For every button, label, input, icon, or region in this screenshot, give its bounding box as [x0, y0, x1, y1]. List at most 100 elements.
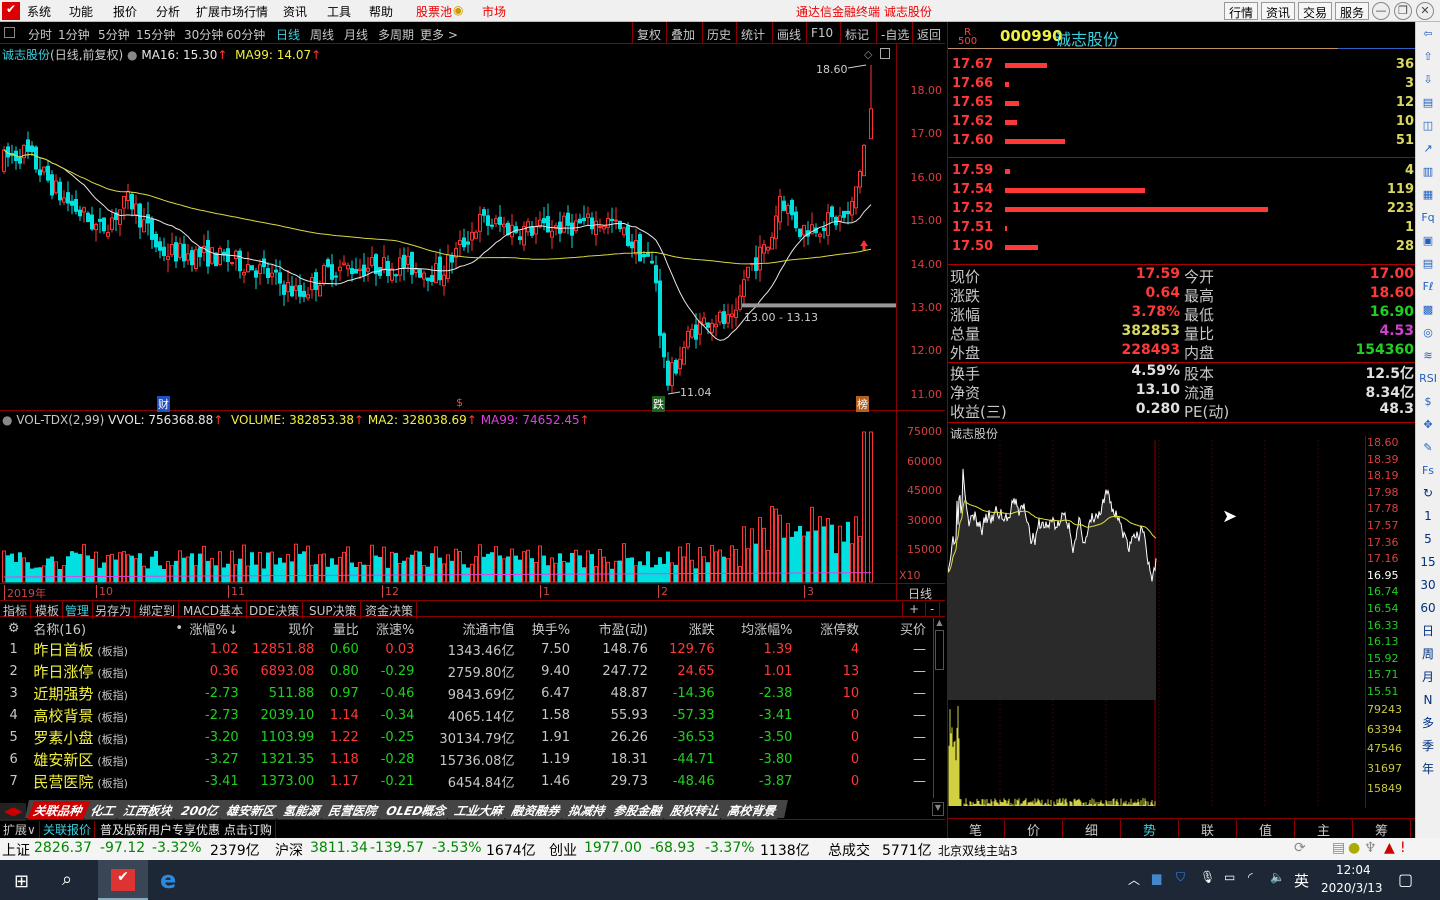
sector-name[interactable]: 雄安新区 (板指): [33, 748, 155, 770]
right-tool-6[interactable]: ▥: [1416, 160, 1440, 183]
menu-tools[interactable]: 工具: [327, 3, 351, 20]
period-9[interactable]: 多周期: [378, 26, 414, 43]
minimize-icon[interactable]: —: [1372, 2, 1390, 20]
close-icon[interactable]: ✕: [1416, 2, 1434, 20]
sector-name[interactable]: 民营医院 (板指): [33, 770, 155, 792]
menu-ext-market[interactable]: 扩展市场行情: [196, 3, 268, 20]
right-tool-32[interactable]: 年: [1416, 758, 1440, 781]
indicator-tab-2[interactable]: 管理: [62, 602, 94, 619]
updown-icon[interactable]: ▲: [1384, 840, 1395, 856]
diamond-icon[interactable]: ◇: [864, 48, 872, 61]
right-tool-21[interactable]: 1: [1416, 505, 1440, 528]
pane-toggle-icon[interactable]: [880, 48, 890, 59]
period-1[interactable]: 1分钟: [58, 26, 90, 43]
ask-level[interactable]: 17.67 36: [950, 57, 1414, 76]
column-header[interactable]: •: [156, 618, 189, 638]
hs-index-label[interactable]: 沪深: [275, 840, 303, 860]
chart-tool-7[interactable]: -自选: [876, 22, 913, 43]
period-3[interactable]: 15分钟: [136, 26, 175, 43]
stock-pool-button[interactable]: 股票池: [416, 3, 452, 20]
battery-icon[interactable]: ▭: [1224, 870, 1235, 884]
right-tool-5[interactable]: ↗: [1416, 137, 1440, 160]
column-header[interactable]: 流通市值: [420, 618, 520, 638]
related-tab-10[interactable]: 拟减持: [562, 801, 615, 819]
sector-name[interactable]: 昨日涨停 (板指): [33, 660, 155, 682]
column-header[interactable]: 涨幅%↓: [189, 618, 245, 638]
ime-indicator[interactable]: 英: [1294, 870, 1309, 891]
menu-system[interactable]: 系统: [27, 3, 51, 20]
promo-link[interactable]: 普及版新用户专享优惠 点击订购: [100, 821, 276, 838]
right-tool-16[interactable]: $: [1416, 390, 1440, 413]
right-tool-23[interactable]: 15: [1416, 551, 1440, 574]
related-quote-button[interactable]: 关联报价: [43, 821, 96, 838]
column-header[interactable]: 涨速%: [365, 618, 421, 638]
usb-icon[interactable]: ▆: [1152, 871, 1161, 885]
period-10[interactable]: 更多 >: [420, 26, 458, 43]
indicator-tab-5[interactable]: MACD基本: [180, 602, 247, 619]
related-tab-9[interactable]: 融资融券: [505, 801, 570, 819]
intraday-tab-1[interactable]: 价: [1005, 820, 1063, 839]
period-8[interactable]: 月线: [344, 26, 368, 43]
refresh-icon[interactable]: ⟳: [1294, 840, 1306, 856]
right-tool-28[interactable]: 月: [1416, 666, 1440, 689]
period-6[interactable]: 日线: [276, 26, 300, 43]
right-tool-22[interactable]: 5: [1416, 528, 1440, 551]
chart-tool-5[interactable]: F10: [806, 22, 837, 43]
chart-tool-0[interactable]: 复权: [632, 22, 665, 43]
right-tool-25[interactable]: 60: [1416, 597, 1440, 620]
chart-tool-8[interactable]: 返回: [912, 22, 945, 43]
sector-name[interactable]: 昨日首板 (板指): [33, 638, 155, 660]
period-4[interactable]: 30分钟: [184, 26, 223, 43]
right-tool-14[interactable]: ≋: [1416, 344, 1440, 367]
right-tool-10[interactable]: ▤: [1416, 252, 1440, 275]
right-tool-17[interactable]: ✥: [1416, 413, 1440, 436]
table-scrollbar[interactable]: ▲: [933, 618, 945, 798]
ask-level[interactable]: 17.65 12: [950, 95, 1414, 114]
intraday-tab-4[interactable]: 联: [1179, 820, 1237, 839]
add-pane-button[interactable]: +: [902, 602, 927, 616]
panel-toggle-icon[interactable]: [4, 27, 15, 38]
related-tab-11[interactable]: 参股金融: [607, 801, 672, 819]
table-row[interactable]: 4 高校背景 (板指) -2.73 2039.10 1.14 -0.34 4065.14亿 1.…: [0, 704, 932, 726]
menu-news[interactable]: 资讯: [283, 3, 307, 20]
period-5[interactable]: 60分钟: [226, 26, 265, 43]
sh-index-label[interactable]: 上证: [2, 840, 30, 860]
right-tool-30[interactable]: 多: [1416, 712, 1440, 735]
chart-tool-6[interactable]: 标记: [840, 22, 873, 43]
related-tab-12[interactable]: 股权转让: [664, 801, 729, 819]
right-tool-29[interactable]: N: [1416, 689, 1440, 712]
intraday-tab-0[interactable]: 笔: [947, 820, 1005, 839]
column-header[interactable]: 买价: [865, 618, 932, 638]
shield-icon[interactable]: ⛉: [1176, 870, 1185, 885]
settings-circle-icon[interactable]: ●: [2, 413, 12, 427]
menu-function[interactable]: 功能: [69, 3, 93, 20]
volume-icon[interactable]: 🔈: [1270, 870, 1285, 884]
intraday-tab-2[interactable]: 细: [1063, 820, 1121, 839]
intraday-tab-6[interactable]: 主: [1295, 820, 1353, 839]
clock-date[interactable]: 2020/3/13: [1321, 881, 1383, 895]
intraday-tab-5[interactable]: 值: [1237, 820, 1295, 839]
column-header[interactable]: 涨跌: [654, 618, 721, 638]
indicator-tab-1[interactable]: 模板: [32, 602, 64, 619]
related-tab-3[interactable]: 200亿: [174, 801, 228, 819]
gear-icon[interactable]: ⚙: [0, 618, 33, 638]
column-header[interactable]: 市盈(动): [576, 618, 654, 638]
table-row[interactable]: 1 昨日首板 (板指) 1.02 12851.88 0.60 0.03 1343.46亿 7.5…: [0, 638, 932, 660]
right-tool-31[interactable]: 季: [1416, 735, 1440, 758]
table-row[interactable]: 7 民营医院 (板指) -3.41 1373.00 1.17 -0.21 6454.84亿 1.…: [0, 770, 932, 792]
right-tool-2[interactable]: ⇩: [1416, 68, 1440, 91]
sector-name[interactable]: 罗素小盘 (板指): [33, 726, 155, 748]
indicator-tab-3[interactable]: 另存为: [92, 602, 136, 619]
server-label[interactable]: 北京双线主站3: [938, 842, 1018, 859]
tabs-dropdown-icon[interactable]: ▼: [932, 802, 944, 816]
drop-marker[interactable]: 跌: [652, 396, 665, 412]
indicator-tab-4[interactable]: 绑定到: [136, 602, 180, 619]
right-tool-15[interactable]: RSI: [1416, 367, 1440, 390]
chart-tool-3[interactable]: 统计: [736, 22, 769, 43]
ask-level[interactable]: 17.60 51: [950, 133, 1414, 152]
right-tool-1[interactable]: ⇧: [1416, 45, 1440, 68]
related-tab-5[interactable]: 氢能源: [277, 801, 330, 819]
right-tool-3[interactable]: ▤: [1416, 91, 1440, 114]
right-tool-27[interactable]: 周: [1416, 643, 1440, 666]
top-trade-button[interactable]: 交易: [1298, 2, 1333, 20]
